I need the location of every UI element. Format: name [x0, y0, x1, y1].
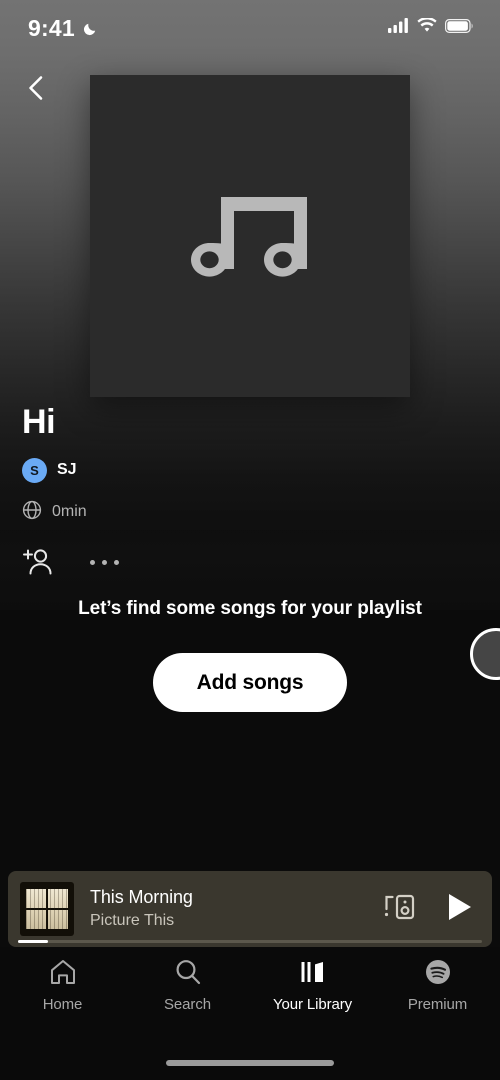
spotify-playlist-screen: 9:41 Hi S SJ 0min Let’s find some songs …	[0, 0, 500, 1080]
music-note-icon	[184, 170, 316, 303]
album-art	[20, 882, 74, 936]
search-icon	[173, 957, 203, 987]
home-indicator	[166, 1060, 334, 1066]
now-playing-title: This Morning	[90, 887, 193, 908]
battery-icon	[445, 18, 474, 38]
status-bar-right	[388, 17, 474, 38]
crescent-moon-icon	[82, 20, 99, 37]
avatar: S	[22, 457, 47, 483]
playlist-duration-row: 0min	[22, 500, 482, 525]
dot	[114, 559, 119, 565]
dot	[90, 559, 95, 565]
library-icon	[298, 957, 328, 987]
tab-premium[interactable]: Premium	[375, 957, 500, 1013]
add-songs-button[interactable]: Add songs	[152, 653, 348, 712]
now-playing-artist: Picture This	[90, 911, 175, 929]
now-playing-controls	[382, 891, 478, 928]
playlist-meta: Hi S SJ 0min	[22, 403, 482, 581]
empty-playlist-state: Let’s find some songs for your playlist …	[0, 598, 500, 712]
cellular-signal-icon	[388, 18, 409, 38]
tab-label-search: Search	[164, 996, 211, 1013]
spotify-logo-icon	[423, 957, 453, 987]
now-playing-bar[interactable]: This Morning Picture This	[8, 871, 492, 947]
dot	[102, 559, 107, 565]
playlist-cover-art[interactable]	[90, 75, 410, 397]
tab-label-premium: Premium	[407, 996, 468, 1013]
play-icon[interactable]	[446, 892, 474, 927]
chevron-left-icon	[25, 75, 47, 106]
playlist-actions	[22, 544, 482, 581]
spotify-connect-icon[interactable]	[382, 891, 416, 928]
more-horizontal-icon[interactable]	[88, 554, 121, 571]
status-bar-time: 9:41	[28, 14, 75, 41]
status-bar-left: 9:41	[28, 15, 99, 42]
playlist-owner[interactable]: S SJ	[22, 457, 482, 483]
page-title: Hi	[22, 403, 56, 441]
tab-your-library[interactable]: Your Library	[250, 957, 375, 1013]
tab-label-home: Home	[42, 996, 83, 1013]
playlist-duration: 0min	[52, 503, 87, 521]
tab-label-your-library: Your Library	[272, 996, 353, 1013]
add-person-icon[interactable]	[22, 544, 54, 581]
tab-home[interactable]: Home	[0, 957, 125, 1013]
progress-fill	[18, 940, 49, 943]
tab-search[interactable]: Search	[125, 957, 250, 1013]
home-icon	[48, 957, 78, 987]
empty-state-message: Let’s find some songs for your playlist	[78, 598, 422, 619]
status-bar: 9:41	[0, 0, 500, 56]
now-playing-text: This Morning Picture This	[90, 886, 382, 931]
owner-name: SJ	[57, 461, 77, 479]
now-playing-progress-bar[interactable]	[18, 940, 482, 943]
back-button[interactable]	[14, 68, 58, 112]
wifi-icon	[417, 17, 437, 38]
globe-icon	[22, 500, 42, 525]
